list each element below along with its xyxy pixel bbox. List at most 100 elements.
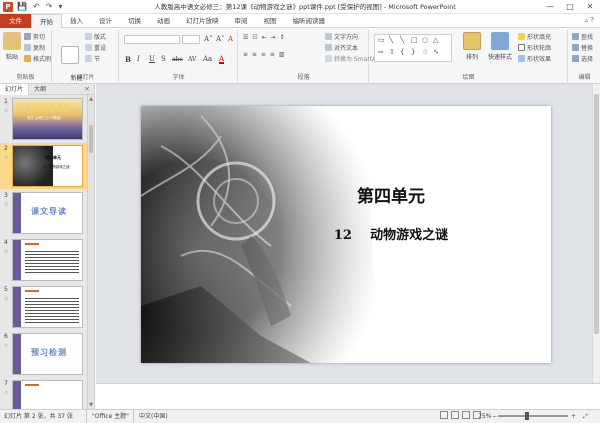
clipboard-group: 粘贴 剪切 复制 格式刷 剪贴板 [0, 30, 52, 82]
language-status[interactable]: 中文(中国) [133, 410, 168, 423]
shadow-button[interactable]: S [161, 55, 166, 64]
slide-thumbnail-row-selected[interactable]: 2 ☆ 第四单元 12 动物游戏之谜 [0, 143, 88, 189]
slide-thumbnail[interactable]: 第四单元 12 动物游戏之谜 [12, 145, 83, 187]
notes-pane[interactable] [96, 383, 600, 409]
thumb-subtitle: 12 动物游戏之谜 [43, 165, 70, 169]
arrange-button[interactable]: 排列 [462, 32, 482, 61]
tab-slides[interactable]: 幻灯片 [0, 84, 30, 95]
theme-status[interactable]: "Office 主题" [86, 410, 129, 423]
find-button[interactable]: 查找 [572, 33, 593, 42]
text-direction-button[interactable]: 文字方向 [325, 33, 358, 42]
format-painter-button[interactable]: 格式刷 [24, 55, 51, 64]
tab-foxit[interactable]: 福昕阅读器 [285, 14, 334, 28]
slide-thumbnail[interactable] [12, 239, 83, 281]
shapes-gallery[interactable]: ▭ ╲ ╲ □ ○ △ ⇨ ⇧ { } ☆ ∿ [374, 34, 452, 62]
underline-button[interactable]: U [149, 55, 155, 64]
slide-thumbnail-row[interactable]: 5 ☆ [0, 284, 88, 330]
tab-animations[interactable]: 动画 [149, 14, 178, 28]
close-icon[interactable]: × [84, 84, 90, 95]
normal-view-button[interactable] [440, 411, 448, 419]
save-icon[interactable]: 💾 [17, 1, 27, 13]
tab-insert[interactable]: 插入 [62, 14, 91, 28]
font-group: A˄ A˅ A B I U S abc AV Aa A 字体 [120, 30, 238, 82]
redo-icon[interactable]: ↷ [46, 1, 53, 13]
scroll-up-icon[interactable]: ▲ [88, 96, 94, 102]
powerpoint-app-icon[interactable]: P [3, 2, 13, 12]
slide-title[interactable]: 第四单元 [291, 182, 491, 207]
char-spacing-button[interactable]: AV [188, 55, 196, 64]
zoom-slider-knob[interactable] [525, 412, 529, 420]
clear-format-button[interactable]: A [228, 35, 233, 44]
tab-home[interactable]: 开始 [31, 14, 62, 28]
scroll-down-icon[interactable]: ▼ [88, 402, 94, 408]
thumb-title: 预习检测 [31, 348, 67, 357]
tab-slideshow[interactable]: 幻灯片放映 [178, 14, 227, 28]
cut-button[interactable]: 剪切 [24, 33, 45, 42]
slide-count-status: 幻灯片 第 2 张，共 37 张 [4, 413, 73, 420]
select-button[interactable]: 选择 [572, 55, 593, 64]
scrollbar-thumb[interactable] [89, 125, 93, 153]
close-button[interactable]: ✕ [580, 0, 600, 14]
copy-button[interactable]: 复制 [24, 44, 45, 53]
zoom-level[interactable]: 75% [478, 410, 491, 423]
font-color-button[interactable]: A [219, 55, 225, 64]
tab-transitions[interactable]: 切换 [120, 14, 149, 28]
zoom-in-button[interactable]: + [571, 410, 576, 423]
canvas-scrollbar-thumb[interactable] [594, 94, 599, 334]
shape-outline-button[interactable]: 形状轮廓 [518, 44, 551, 53]
undo-icon[interactable]: ↶ [33, 1, 40, 13]
shape-fill-button[interactable]: 形状填充 [518, 33, 551, 42]
section-icon [85, 55, 92, 62]
minimize-button[interactable]: — [540, 0, 560, 14]
slide-thumbnail[interactable] [12, 380, 83, 409]
animation-star-icon: ☆ [4, 296, 9, 302]
slide-thumbnail[interactable]: 预习检测 [12, 333, 83, 375]
layout-button[interactable]: 版式 [85, 33, 106, 42]
help-icon[interactable]: ▵ ? [585, 16, 594, 24]
current-slide[interactable]: 第四单元 12 动物游戏之谜 [141, 106, 551, 363]
cursor-icon [572, 55, 579, 62]
slide-thumbnail[interactable]: YUWEN 语文 必修(三)(人教版) [12, 98, 83, 140]
tab-view[interactable]: 视图 [256, 14, 285, 28]
list-buttons[interactable]: ☰ ☷ ⇤ ⇥ ↕ [243, 33, 285, 42]
slide-thumbnail[interactable]: 课文导读 [12, 192, 83, 234]
slide-thumbnail[interactable] [12, 286, 83, 328]
italic-button[interactable]: I [137, 55, 140, 64]
tab-file[interactable]: 文件 [0, 14, 31, 28]
slide-thumbnail-row[interactable]: 4 ☆ [0, 237, 88, 283]
maximize-button[interactable]: □ [560, 0, 580, 14]
bold-button[interactable]: B [125, 55, 131, 64]
strikethrough-button[interactable]: abc [172, 55, 183, 64]
change-case-button[interactable]: Aa [203, 55, 212, 64]
slide-thumbnail-row[interactable]: 1 ☆ YUWEN 语文 必修(三)(人教版) [0, 96, 88, 142]
tab-design[interactable]: 设计 [91, 14, 120, 28]
replace-button[interactable]: 替换 [572, 44, 593, 53]
paste-button[interactable]: 粘贴 [3, 32, 21, 61]
fit-to-window-icon[interactable]: ⤢ [583, 410, 588, 423]
font-name-combo[interactable] [124, 35, 180, 44]
canvas-scrollbar[interactable] [592, 84, 600, 383]
reset-button[interactable]: 重设 [85, 44, 106, 53]
slide-subtitle[interactable]: 12 动物游戏之谜 [271, 224, 511, 243]
slide-number: 1 [4, 98, 8, 105]
font-size-combo[interactable] [182, 35, 200, 44]
align-text-button[interactable]: 对齐文本 [325, 44, 358, 53]
section-button[interactable]: 节 [85, 55, 100, 64]
slide-thumbnail-row[interactable]: 3 ☆ 课文导读 [0, 190, 88, 236]
align-buttons[interactable]: ≡ ≡ ≡ ≡ ▥ [243, 50, 285, 59]
animation-star-icon: ☆ [4, 108, 9, 114]
slide-thumbnail-row[interactable]: 7 ☆ [0, 378, 88, 409]
grow-font-button[interactable]: A˄ [204, 35, 213, 44]
zoom-out-button[interactable]: − [492, 410, 497, 423]
quick-styles-button[interactable]: 快速样式 [485, 32, 515, 61]
shrink-font-button[interactable]: A˅ [216, 35, 225, 44]
customize-qat-icon[interactable]: ▾ [58, 1, 62, 13]
tab-outline[interactable]: 大纲 [29, 84, 51, 95]
slide-thumbnail-row[interactable]: 6 ☆ 预习检测 [0, 331, 88, 377]
shape-effects-button[interactable]: 形状效果 [518, 55, 551, 64]
reading-view-button[interactable] [462, 411, 470, 419]
tab-review[interactable]: 审阅 [227, 14, 256, 28]
slide-sorter-button[interactable] [451, 411, 459, 419]
zoom-slider[interactable] [498, 412, 568, 420]
slides-pane-scrollbar[interactable]: ▲ ▼ [87, 95, 94, 409]
